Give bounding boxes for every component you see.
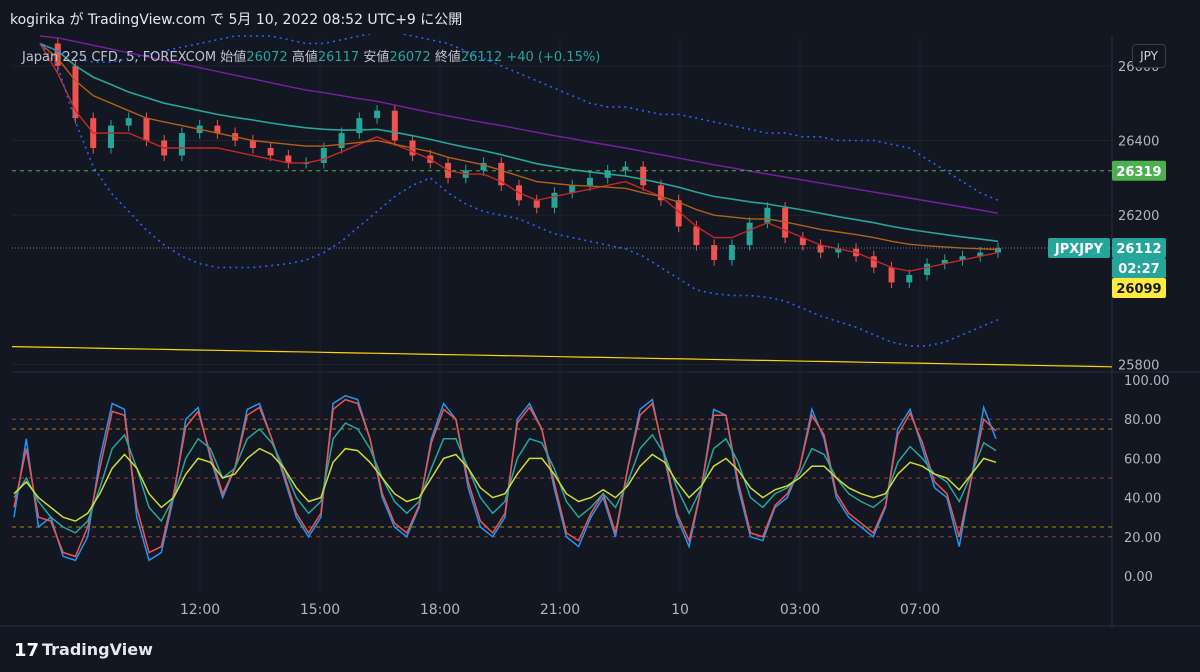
x-tick-label: 21:00 <box>540 602 580 618</box>
chart-svg: 12:0015:0018:0021:001003:0007:0026600264… <box>0 31 1200 628</box>
symbol-name: Japan 225 CFD, 5, FOREXCOM <box>22 50 217 65</box>
candle-body <box>622 166 629 171</box>
candle-body <box>249 140 256 148</box>
candle-body <box>924 263 931 275</box>
x-tick-label: 15:00 <box>300 602 340 618</box>
y-tick-label: 25800 <box>1118 359 1159 374</box>
candle-body <box>764 207 771 223</box>
candle-body <box>586 177 593 186</box>
x-tick-label: 03:00 <box>780 602 820 618</box>
high-value: 26117 <box>317 50 360 65</box>
candle-body <box>143 118 150 141</box>
open-value: 26072 <box>246 50 288 65</box>
countdown-label: 02:27 <box>1118 262 1159 277</box>
candle-body <box>267 148 274 156</box>
price-label-26099: 26099 <box>1116 282 1161 297</box>
y-tick-label: 26200 <box>1118 209 1159 224</box>
symbol-legend: Japan 225 CFD, 5, FOREXCOM 始値26072 高値261… <box>22 46 600 65</box>
symbol-price-tag: JPXJPY <box>1054 242 1104 257</box>
y-tick-label: 26400 <box>1118 135 1159 150</box>
candle-body <box>888 267 895 283</box>
candle-body <box>107 125 114 148</box>
publish-header: kogirika が TradingView.com で 5月 10, 2022… <box>0 0 1200 34</box>
candle-body <box>178 133 185 156</box>
osc-tick-label: 40.00 <box>1124 492 1161 507</box>
x-tick-label: 12:00 <box>180 602 220 618</box>
currency-button[interactable]: JPY <box>1132 44 1166 68</box>
footer: 17 TradingView <box>0 628 1200 672</box>
price-label-26319: 26319 <box>1116 165 1161 180</box>
candle-body <box>693 226 700 246</box>
candle-body <box>551 192 558 208</box>
candle-body <box>320 148 327 163</box>
publish-header-text: kogirika が TradingView.com で 5月 10, 2022… <box>10 12 463 28</box>
candle-body <box>391 110 398 141</box>
osc-tick-label: 100.00 <box>1124 374 1170 389</box>
osc-tick-label: 0.00 <box>1124 570 1153 585</box>
osc-tick-label: 80.00 <box>1124 413 1161 428</box>
x-tick-label: 07:00 <box>900 602 940 618</box>
candle-body <box>640 166 647 186</box>
close-value: 26112 <box>460 50 503 65</box>
candle-body <box>711 245 718 260</box>
candle-body <box>125 118 132 126</box>
x-tick-label: 18:00 <box>420 602 460 618</box>
low-value: 26072 <box>389 50 431 65</box>
candle-body <box>533 200 540 208</box>
candle-body <box>338 133 345 148</box>
low-label: 安値 <box>363 50 390 65</box>
tradingview-brand[interactable]: TradingView <box>42 640 153 659</box>
candle-body <box>870 256 877 268</box>
osc-tick-label: 20.00 <box>1124 531 1161 546</box>
open-label: 始値 <box>220 50 247 65</box>
osc-tick-label: 60.00 <box>1124 452 1161 467</box>
candle-body <box>906 274 913 283</box>
high-label: 高値 <box>291 50 318 65</box>
candle-body <box>746 222 753 246</box>
close-label: 終値 <box>434 50 461 65</box>
candle-body <box>374 110 381 119</box>
candle-body <box>728 245 735 260</box>
price-label-current: 26112 <box>1116 242 1161 257</box>
x-tick-label: 10 <box>671 602 689 618</box>
change-value: +40 (+0.15%) <box>506 50 601 65</box>
tradingview-logo-icon[interactable]: 17 <box>14 640 39 661</box>
